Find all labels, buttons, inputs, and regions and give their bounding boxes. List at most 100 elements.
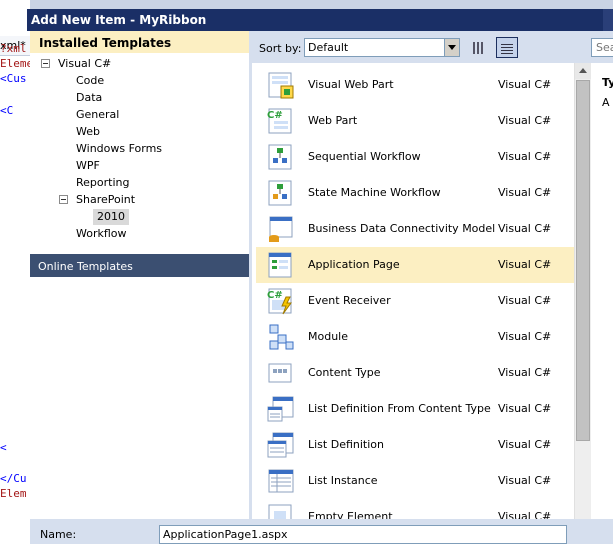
template-language: Visual C#	[498, 330, 552, 343]
template-item[interactable]: Business Data Connectivity Model Visual C…	[256, 211, 574, 247]
list-instance-icon	[266, 467, 294, 495]
template-name: List Definition	[308, 438, 384, 451]
tree-item-label: Data	[76, 91, 103, 104]
tree-item-label: Reporting	[76, 176, 130, 189]
tree-item[interactable]: Visual C#	[30, 56, 249, 72]
template-name: Empty Element	[308, 510, 393, 519]
svg-text:C#: C#	[267, 290, 283, 301]
tree-item[interactable]: WPF	[30, 158, 249, 174]
template-language: Visual C#	[498, 222, 552, 235]
template-name: Event Receiver	[308, 294, 391, 307]
list-definition-from-content-type-icon	[266, 395, 294, 423]
tree-item[interactable]: Reporting	[30, 175, 249, 191]
sort-by-label: Sort by:	[259, 42, 302, 55]
template-item[interactable]: Sequential Workflow Visual C#	[256, 139, 574, 175]
code-line: Eleme	[0, 57, 30, 70]
tree-item[interactable]: Code	[30, 73, 249, 89]
template-name: Business Data Connectivity Model	[308, 222, 496, 235]
template-name: Sequential Workflow	[308, 150, 421, 163]
sort-toolbar: Sort by: Default Sear	[252, 31, 613, 63]
event-receiver-icon: C#	[266, 287, 294, 315]
code-line: ?xml	[0, 42, 27, 55]
state-machine-workflow-icon	[266, 179, 294, 207]
tree-item-label: Visual C#	[58, 57, 112, 70]
code-line: <C	[0, 104, 14, 117]
info-description: A	[602, 96, 610, 109]
module-icon	[266, 323, 294, 351]
tree-item-label: Workflow	[76, 227, 127, 240]
installed-templates-header[interactable]: Installed Templates	[30, 31, 249, 53]
visual-web-part-icon	[266, 71, 294, 99]
dialog-title: Add New Item - MyRibbon	[27, 9, 613, 31]
template-item[interactable]: List Definition Visual C#	[256, 427, 574, 463]
template-item[interactable]: Module Visual C#	[256, 319, 574, 355]
tree-item-label: General	[76, 108, 120, 121]
tree-item-label: 2010	[93, 209, 129, 225]
template-language: Visual C#	[498, 78, 552, 91]
tree-item[interactable]: SharePoint	[30, 192, 249, 208]
template-language: Visual C#	[498, 366, 552, 379]
sort-by-value: Default	[308, 41, 349, 54]
tree-item-label: WPF	[76, 159, 100, 172]
template-language: Visual C#	[498, 258, 552, 271]
details-view-button[interactable]	[496, 37, 518, 58]
template-item[interactable]: Application Page Visual C#	[256, 247, 574, 283]
template-tree-panel: Installed Templates Visual C# Code Data Gen…	[30, 31, 249, 519]
template-language: Visual C#	[498, 114, 552, 127]
tree-item[interactable]: General	[30, 107, 249, 123]
tree-item-label: Web	[76, 125, 100, 138]
template-name: Visual Web Part	[308, 78, 394, 91]
template-item[interactable]: State Machine Workflow Visual C#	[256, 175, 574, 211]
chevron-down-icon[interactable]	[444, 39, 459, 56]
template-list: Visual Web Part Visual C# C# Web Part Visual…	[252, 63, 574, 519]
code-line: </Cu	[0, 472, 27, 485]
template-name: Content Type	[308, 366, 381, 379]
template-language: Visual C#	[498, 402, 552, 415]
small-icons-view-button[interactable]	[468, 37, 490, 58]
online-templates-item[interactable]: Online Templates	[30, 254, 249, 277]
template-info-panel: Ty A	[591, 63, 613, 519]
template-language: Visual C#	[498, 510, 552, 519]
scroll-up-icon[interactable]	[575, 63, 591, 79]
template-list-scrollbar[interactable]	[574, 63, 591, 519]
template-item[interactable]: Visual Web Part Visual C#	[256, 67, 574, 103]
template-name: Module	[308, 330, 348, 343]
add-new-item-dialog: Add New Item - MyRibbon Installed Templa…	[27, 9, 613, 544]
name-bar: Name: ApplicationPage1.aspx	[30, 519, 613, 544]
collapse-icon[interactable]	[59, 195, 68, 204]
template-item[interactable]: Content Type Visual C#	[256, 355, 574, 391]
template-name: State Machine Workflow	[308, 186, 441, 199]
template-name: List Instance	[308, 474, 378, 487]
tree-item[interactable]: Workflow	[30, 226, 249, 242]
template-item[interactable]: C# Web Part Visual C#	[256, 103, 574, 139]
tree-item-label: SharePoint	[76, 193, 136, 206]
name-label: Name:	[40, 528, 77, 541]
template-language: Visual C#	[498, 474, 552, 487]
tree-item[interactable]: Data	[30, 90, 249, 106]
title-bar-edge	[603, 9, 613, 31]
template-name: Web Part	[308, 114, 358, 127]
tree-item[interactable]: Windows Forms	[30, 141, 249, 157]
code-line: Elem	[0, 487, 27, 500]
template-name: Application Page	[308, 258, 400, 271]
template-item[interactable]: C# Event Receiver Visual C#	[256, 283, 574, 319]
web-part-icon: C#	[266, 107, 294, 135]
template-language: Visual C#	[498, 294, 552, 307]
tree-item[interactable]: 2010	[30, 209, 249, 225]
template-item[interactable]: Empty Element Visual C#	[256, 499, 574, 519]
scrollbar-thumb[interactable]	[576, 80, 590, 441]
sequential-workflow-icon	[266, 143, 294, 171]
grid-view-icon	[473, 42, 485, 54]
name-input[interactable]: ApplicationPage1.aspx	[159, 525, 567, 544]
sort-by-select[interactable]: Default	[304, 38, 460, 57]
search-installed-templates-input[interactable]: Sear	[591, 38, 613, 57]
collapse-icon[interactable]	[41, 59, 50, 68]
tree-item[interactable]: Web	[30, 124, 249, 140]
content-type-icon	[266, 359, 294, 387]
template-item[interactable]: List Instance Visual C#	[256, 463, 574, 499]
code-line: <Cus	[0, 72, 27, 85]
code-line: <	[0, 441, 7, 454]
list-view-icon	[501, 42, 513, 54]
template-language: Visual C#	[498, 150, 552, 163]
template-item[interactable]: List Definition From Content Type Visual …	[256, 391, 574, 427]
